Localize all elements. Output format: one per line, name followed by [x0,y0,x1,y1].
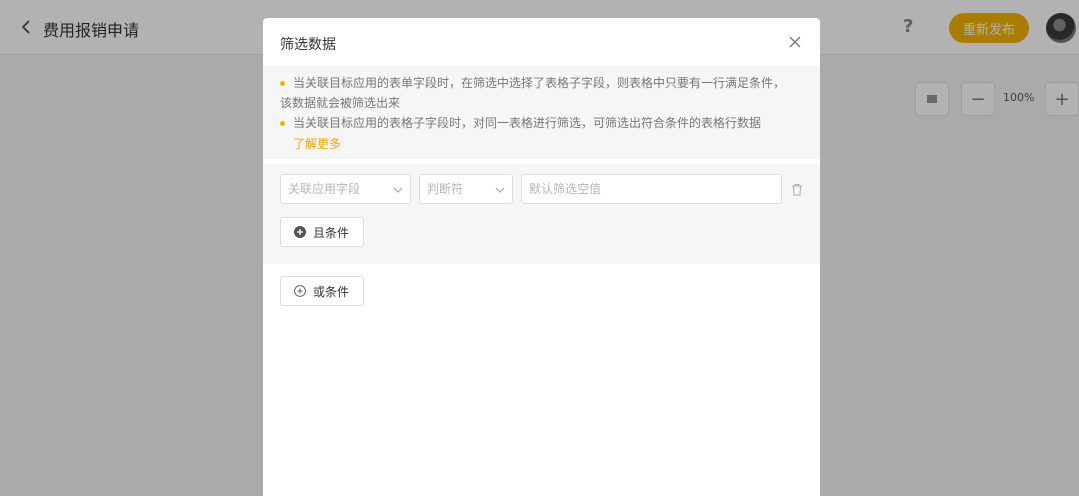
and-condition-group: 关联应用字段 判断符 且条件 [263,164,820,264]
filter-data-modal: 筛选数据 当关联目标应用的表单字段时，在筛选中选择了表格子字段，则表格中只要有一… [263,18,820,496]
modal-header: 筛选数据 [263,18,820,66]
plus-circle-filled-icon [294,226,306,238]
bullet-dot [280,121,285,126]
field-select-placeholder: 关联应用字段 [288,182,361,196]
operator-select[interactable]: 判断符 [419,174,513,204]
tip-1-line-2: 该数据就会被筛选出来 [280,96,401,110]
tips-panel: 当关联目标应用的表单字段时，在筛选中选择了表格子字段，则表格中只要有一行满足条件… [263,66,820,159]
tip-1-line-1: 当关联目标应用的表单字段时，在筛选中选择了表格子字段，则表格中只要有一行满足条件… [293,76,786,90]
add-or-condition-button[interactable]: 或条件 [280,276,364,306]
learn-more-link[interactable]: 了解更多 [293,135,341,152]
filter-value-input[interactable] [521,174,782,204]
add-and-condition-label: 且条件 [313,225,350,240]
add-or-condition-label: 或条件 [313,284,350,299]
chevron-down-icon [393,187,403,193]
modal-title: 筛选数据 [280,37,336,53]
operator-select-placeholder: 判断符 [427,182,464,196]
plus-circle-icon [294,285,306,297]
chevron-down-icon [495,187,505,193]
add-and-condition-button[interactable]: 且条件 [280,217,364,247]
bullet-dot [280,81,285,86]
trash-icon[interactable] [791,183,803,196]
tip-2-line-1: 当关联目标应用的表格子字段时，对同一表格进行筛选，可筛选出符合条件的表格行数据 [293,116,762,130]
field-select[interactable]: 关联应用字段 [280,174,411,204]
close-icon[interactable] [787,34,803,50]
